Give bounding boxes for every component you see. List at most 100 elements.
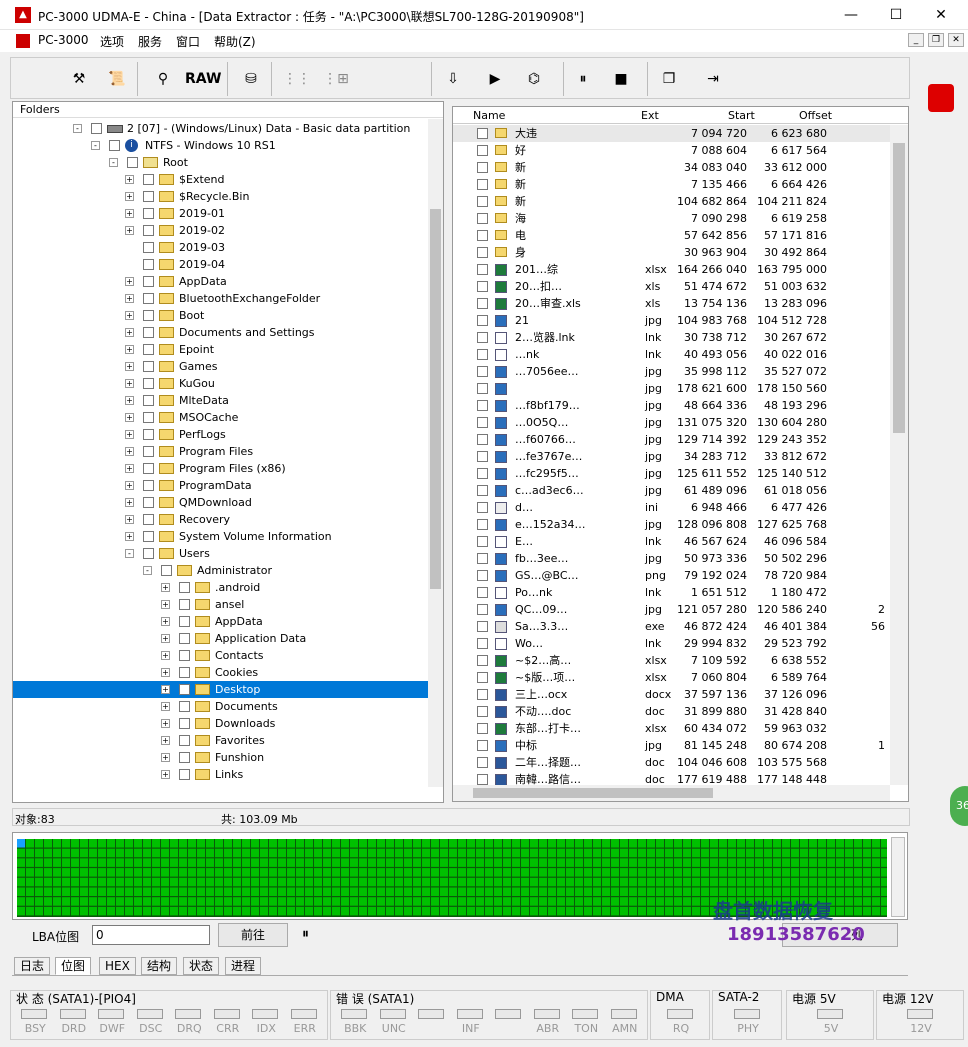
tree-checkbox[interactable] bbox=[143, 378, 154, 389]
file-checkbox[interactable] bbox=[477, 128, 488, 139]
tree-item[interactable]: + PerfLogs bbox=[13, 426, 428, 443]
tree-checkbox[interactable] bbox=[161, 565, 172, 576]
files-scrollbar[interactable] bbox=[890, 125, 908, 785]
tree-scroll-thumb[interactable] bbox=[430, 209, 441, 589]
file-checkbox[interactable] bbox=[477, 672, 488, 683]
file-checkbox[interactable] bbox=[477, 247, 488, 258]
expand-icon[interactable]: + bbox=[125, 362, 134, 371]
disk-save-icon[interactable]: ⛁ bbox=[239, 66, 263, 92]
structure-icon[interactable]: ⌬ bbox=[519, 66, 549, 92]
file-row[interactable]: 新 104 682 864 104 211 824 bbox=[453, 193, 890, 210]
tree-map-icon[interactable]: ⋮⊞ bbox=[321, 66, 351, 92]
tree-checkbox[interactable] bbox=[179, 633, 190, 644]
expand-icon[interactable]: + bbox=[161, 634, 170, 643]
tree-checkbox[interactable] bbox=[109, 140, 120, 151]
windows-icon[interactable]: ❐ bbox=[657, 66, 681, 92]
file-checkbox[interactable] bbox=[477, 196, 488, 207]
mdi-restore-button[interactable]: ❐ bbox=[928, 33, 944, 47]
tree-checkbox[interactable] bbox=[91, 123, 102, 134]
file-row[interactable]: …nk lnk 40 493 056 40 022 016 bbox=[453, 346, 890, 363]
tree-checkbox[interactable] bbox=[143, 225, 154, 236]
tools-icon[interactable]: ⚒ bbox=[67, 66, 91, 92]
tree-checkbox[interactable] bbox=[143, 514, 154, 525]
pause-icon[interactable]: ⏸ bbox=[571, 66, 595, 92]
tree-item[interactable]: +2019-01 bbox=[13, 205, 428, 222]
tree-item[interactable]: + $Recycle.Bin bbox=[13, 188, 428, 205]
file-row[interactable]: fb…3ee… jpg 50 973 336 50 502 296 bbox=[453, 550, 890, 567]
tab-log[interactable]: 日志 bbox=[14, 957, 51, 975]
minimize-button[interactable]: — bbox=[836, 4, 866, 26]
file-row[interactable]: QC…09… jpg 121 057 280 120 586 240 2 bbox=[453, 601, 890, 618]
tree-checkbox[interactable] bbox=[179, 650, 190, 661]
file-checkbox[interactable] bbox=[477, 536, 488, 547]
tree-item[interactable]: + System Volume Information bbox=[13, 528, 428, 545]
tree-item[interactable]: - Users bbox=[13, 545, 428, 562]
tree-checkbox[interactable] bbox=[143, 208, 154, 219]
expand-icon[interactable]: + bbox=[125, 175, 134, 184]
collapse-icon[interactable]: - bbox=[73, 124, 82, 133]
tree-checkbox[interactable] bbox=[143, 327, 154, 338]
file-row[interactable]: 新 34 083 040 33 612 000 bbox=[453, 159, 890, 176]
file-row[interactable]: 南韓…路信… doc 177 619 488 177 148 448 bbox=[453, 771, 890, 785]
expand-icon[interactable]: + bbox=[125, 294, 134, 303]
tree-checkbox[interactable] bbox=[179, 735, 190, 746]
file-row[interactable]: 海 7 090 298 6 619 258 bbox=[453, 210, 890, 227]
tree-item[interactable]: + Program Files bbox=[13, 443, 428, 460]
side-badge[interactable]: 36 bbox=[950, 786, 968, 826]
expand-icon[interactable]: + bbox=[125, 311, 134, 320]
tab-structure[interactable]: 结构 bbox=[141, 957, 178, 975]
files-hscroll-thumb[interactable] bbox=[473, 788, 713, 798]
tree-checkbox[interactable] bbox=[143, 497, 154, 508]
expand-icon[interactable]: + bbox=[125, 515, 134, 524]
tree-item[interactable]: + Recovery bbox=[13, 511, 428, 528]
expand-icon[interactable]: + bbox=[125, 464, 134, 473]
tab-state[interactable]: 状态 bbox=[183, 957, 220, 975]
file-checkbox[interactable] bbox=[477, 230, 488, 241]
col-name[interactable]: Name bbox=[473, 109, 505, 122]
expand-icon[interactable]: + bbox=[125, 379, 134, 388]
menu-app-icon[interactable] bbox=[16, 34, 30, 48]
close-button[interactable]: ✕ bbox=[926, 4, 956, 26]
file-row[interactable]: 2…览器.lnk lnk 30 738 712 30 267 672 bbox=[453, 329, 890, 346]
file-row[interactable]: 新 7 135 466 6 664 426 bbox=[453, 176, 890, 193]
files-scroll-thumb[interactable] bbox=[893, 143, 905, 433]
collapse-icon[interactable]: - bbox=[109, 158, 118, 167]
tree-item[interactable]: + Links bbox=[13, 766, 428, 783]
col-ext[interactable]: Ext bbox=[641, 109, 659, 122]
file-row[interactable]: 身 30 963 904 30 492 864 bbox=[453, 244, 890, 261]
file-row[interactable]: GS…@BC… png 79 192 024 78 720 984 bbox=[453, 567, 890, 584]
expand-icon[interactable]: + bbox=[161, 736, 170, 745]
file-checkbox[interactable] bbox=[477, 553, 488, 564]
file-checkbox[interactable] bbox=[477, 332, 488, 343]
file-checkbox[interactable] bbox=[477, 298, 488, 309]
exit-icon[interactable]: ⇥ bbox=[701, 66, 725, 92]
file-checkbox[interactable] bbox=[477, 434, 488, 445]
tree-item[interactable]: + AppData bbox=[13, 613, 428, 630]
collapse-icon[interactable]: - bbox=[143, 566, 152, 575]
col-offset[interactable]: Offset bbox=[799, 109, 832, 122]
file-row[interactable]: 20…审查.xls xls 13 754 136 13 283 096 bbox=[453, 295, 890, 312]
tree-checkbox[interactable] bbox=[179, 769, 190, 780]
expand-icon[interactable]: + bbox=[125, 447, 134, 456]
tree-item[interactable]: + $Extend bbox=[13, 171, 428, 188]
mdi-close-button[interactable]: ✕ bbox=[948, 33, 964, 47]
expand-icon[interactable]: + bbox=[125, 532, 134, 541]
tree-checkbox[interactable] bbox=[143, 310, 154, 321]
tree-checkbox[interactable] bbox=[143, 412, 154, 423]
tree-checkbox[interactable] bbox=[179, 752, 190, 763]
tree-checkbox[interactable] bbox=[143, 429, 154, 440]
tree-item[interactable]: + Documents bbox=[13, 698, 428, 715]
file-checkbox[interactable] bbox=[477, 638, 488, 649]
file-row[interactable]: c…ad3ec6… jpg 61 489 096 61 018 056 bbox=[453, 482, 890, 499]
map-scrollbar[interactable] bbox=[891, 837, 905, 917]
expand-icon[interactable]: + bbox=[161, 685, 170, 694]
file-row[interactable]: 三上…ocx docx 37 597 136 37 126 096 bbox=[453, 686, 890, 703]
file-checkbox[interactable] bbox=[477, 145, 488, 156]
tree-item[interactable]: + AppData bbox=[13, 273, 428, 290]
file-checkbox[interactable] bbox=[477, 570, 488, 581]
tree-checkbox[interactable] bbox=[143, 463, 154, 474]
expand-icon[interactable]: + bbox=[125, 430, 134, 439]
pause-button[interactable]: ⏸ bbox=[302, 926, 309, 942]
file-row[interactable]: ~$2…高… xlsx 7 109 592 6 638 552 bbox=[453, 652, 890, 669]
stop-icon[interactable]: ■ bbox=[609, 66, 633, 92]
